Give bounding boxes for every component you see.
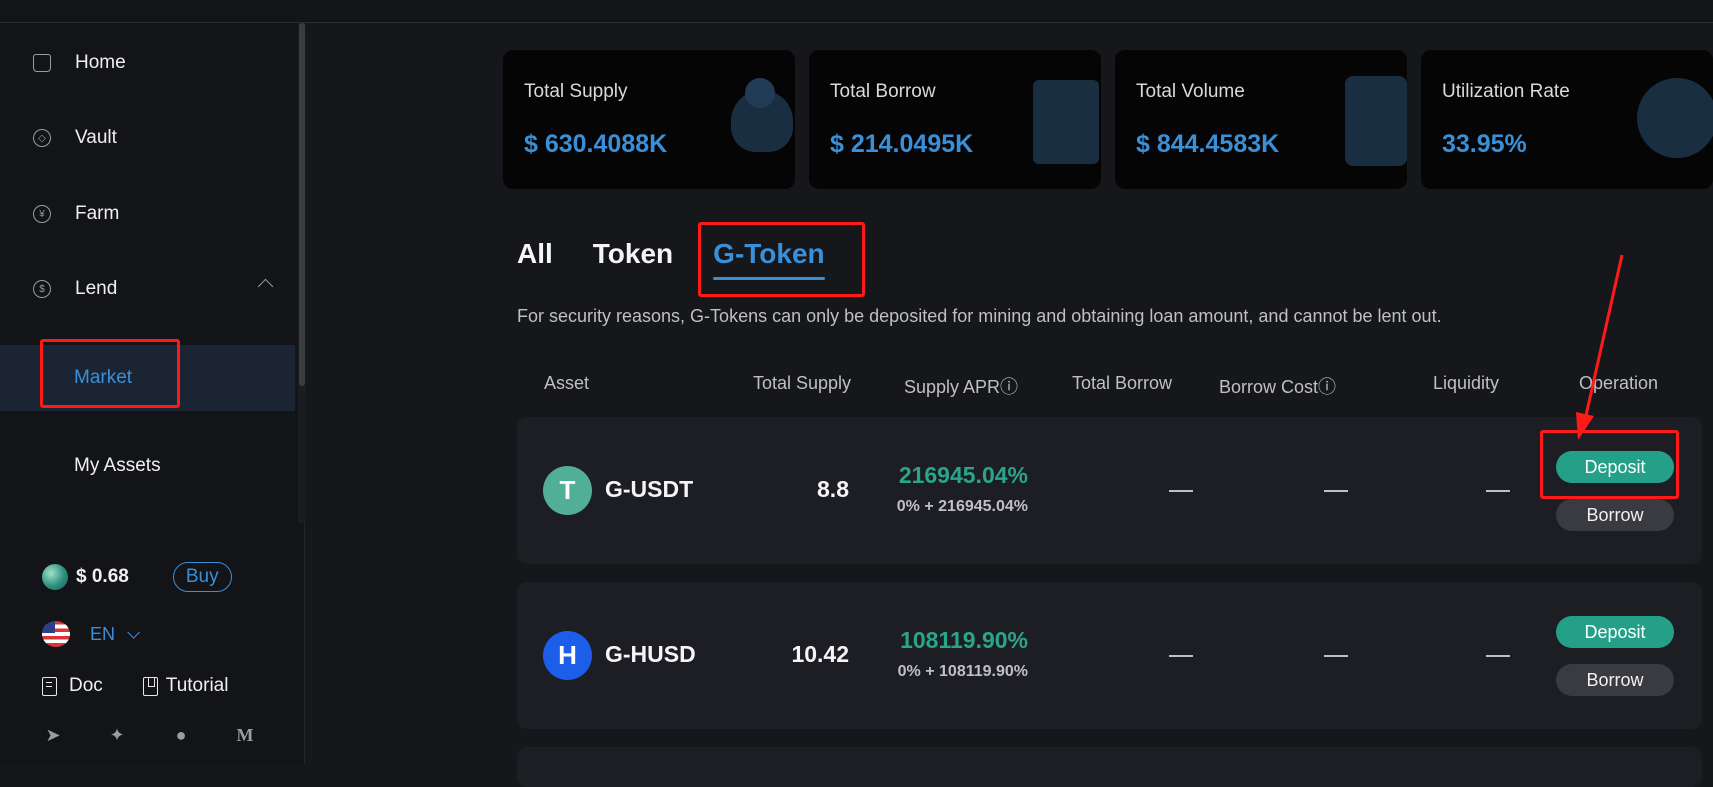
security-notice: For security reasons, G-Tokens can only … (517, 306, 1442, 326)
stat-card-total-borrow: Total Borrow $ 214.0495K (809, 50, 1101, 189)
sidebar-item-market[interactable]: Market (0, 345, 295, 411)
stat-label: Total Volume (1136, 81, 1245, 102)
header-operation: Operation (1579, 373, 1659, 393)
pie-chart-icon (1637, 78, 1713, 158)
asset-name: G-USDT (605, 476, 694, 502)
help-links: Doc Tutorial (42, 675, 228, 697)
stat-card-utilization-rate: Utilization Rate 33.95% (1421, 50, 1713, 189)
top-bar (0, 0, 1713, 23)
header-liquidity: Liquidity (1433, 373, 1500, 393)
my-assets-label: My Assets (74, 455, 161, 476)
token-price-row: $ 0.68 Buy (42, 562, 232, 592)
token-price: $ 0.68 (76, 566, 129, 587)
buy-button[interactable]: Buy (172, 562, 232, 592)
deposit-button[interactable]: Deposit (1556, 451, 1674, 483)
stat-value: $ 214.0495K (830, 130, 974, 158)
home-icon (33, 54, 51, 72)
twitter-icon[interactable]: ✦ (106, 725, 128, 746)
medium-icon[interactable]: M (234, 725, 256, 746)
header-total-borrow: Total Borrow (1072, 373, 1173, 393)
language-label: EN (90, 623, 116, 644)
total-borrow-empty (1169, 490, 1193, 492)
vault-icon: ◇ (33, 129, 51, 147)
stat-value: $ 844.4583K (1136, 130, 1280, 158)
market-label: Market (74, 367, 133, 388)
supply-apr-breakdown: 0% + 216945.04% (896, 498, 1028, 515)
liquidity-empty (1486, 655, 1510, 657)
tether-icon: T (543, 466, 592, 515)
chevron-up-icon (257, 278, 274, 295)
nav-lend-label: Lend (75, 278, 118, 299)
doc-link[interactable]: Doc (69, 675, 103, 697)
tutorial-link[interactable]: Tutorial (166, 675, 229, 697)
header-borrow-cost[interactable]: Borrow Costⓘ (1219, 373, 1336, 399)
husd-icon: H (543, 631, 592, 680)
stat-label: Total Borrow (830, 81, 936, 102)
nav-home-label: Home (75, 52, 126, 73)
stat-card-total-supply: Total Supply $ 630.4088K (503, 50, 795, 189)
nav-farm-label: Farm (75, 203, 120, 224)
tab-token[interactable]: Token (593, 238, 673, 270)
stat-value: 33.95% (1442, 130, 1527, 158)
lend-icon: $ (33, 280, 51, 298)
borrow-button[interactable]: Borrow (1556, 499, 1674, 531)
stat-card-total-volume: Total Volume $ 844.4583K (1115, 50, 1407, 189)
farm-icon: ¥ (33, 205, 51, 223)
nav-item-farm[interactable]: ¥ Farm (0, 184, 295, 244)
social-links: ➤ ✦ ● M (42, 725, 256, 746)
nav-item-home[interactable]: Home (0, 33, 295, 93)
nav-vault-label: Vault (75, 127, 117, 148)
github-icon[interactable]: ● (170, 725, 192, 746)
header-asset: Asset (544, 373, 590, 393)
wallet-icon (1033, 80, 1099, 164)
table-row: H G-HUSD 10.42 108119.90% 0% + 108119.90… (517, 582, 1702, 729)
asset-tabs: All Token G-Token (517, 238, 865, 280)
tab-g-token[interactable]: G-Token (713, 238, 826, 280)
bookmark-icon (142, 676, 158, 696)
language-selector[interactable]: EN (42, 621, 141, 647)
doc-icon (42, 676, 57, 696)
stat-label: Utilization Rate (1442, 81, 1570, 102)
main-content: Total Supply $ 630.4088K Total Borrow $ … (305, 23, 1713, 787)
borrow-button[interactable]: Borrow (1556, 664, 1674, 696)
borrow-cost-empty (1324, 655, 1348, 657)
us-flag-icon (42, 621, 70, 647)
coin-deco (745, 78, 775, 108)
tab-all[interactable]: All (517, 238, 553, 270)
asset-name: G-HUSD (605, 641, 696, 667)
liquidity-empty (1486, 490, 1510, 492)
supply-apr-value: 108119.90% (900, 627, 1028, 653)
table-row (517, 747, 1702, 787)
header-supply-apr[interactable]: Supply APRⓘ (904, 373, 1018, 399)
telegram-icon[interactable]: ➤ (42, 725, 64, 746)
borrow-cost-empty (1324, 490, 1348, 492)
supply-apr-breakdown: 0% + 108119.90% (897, 663, 1028, 680)
deposit-button[interactable]: Deposit (1556, 616, 1674, 648)
sidebar-item-my-assets[interactable]: My Assets (0, 433, 295, 499)
nav-item-lend[interactable]: $ Lend (0, 259, 295, 319)
coin-icon (42, 564, 68, 590)
total-borrow-empty (1169, 655, 1193, 657)
nav-item-vault[interactable]: ◇ Vault (0, 108, 295, 168)
stat-label: Total Supply (524, 81, 628, 102)
table-row: T G-USDT 8.8 216945.04% 0% + 216945.04% … (517, 417, 1702, 564)
shopping-bag-icon (1345, 76, 1407, 166)
supply-apr-value: 216945.04% (898, 462, 1028, 488)
header-total-supply: Total Supply (753, 373, 852, 393)
stat-value: $ 630.4088K (524, 130, 668, 158)
